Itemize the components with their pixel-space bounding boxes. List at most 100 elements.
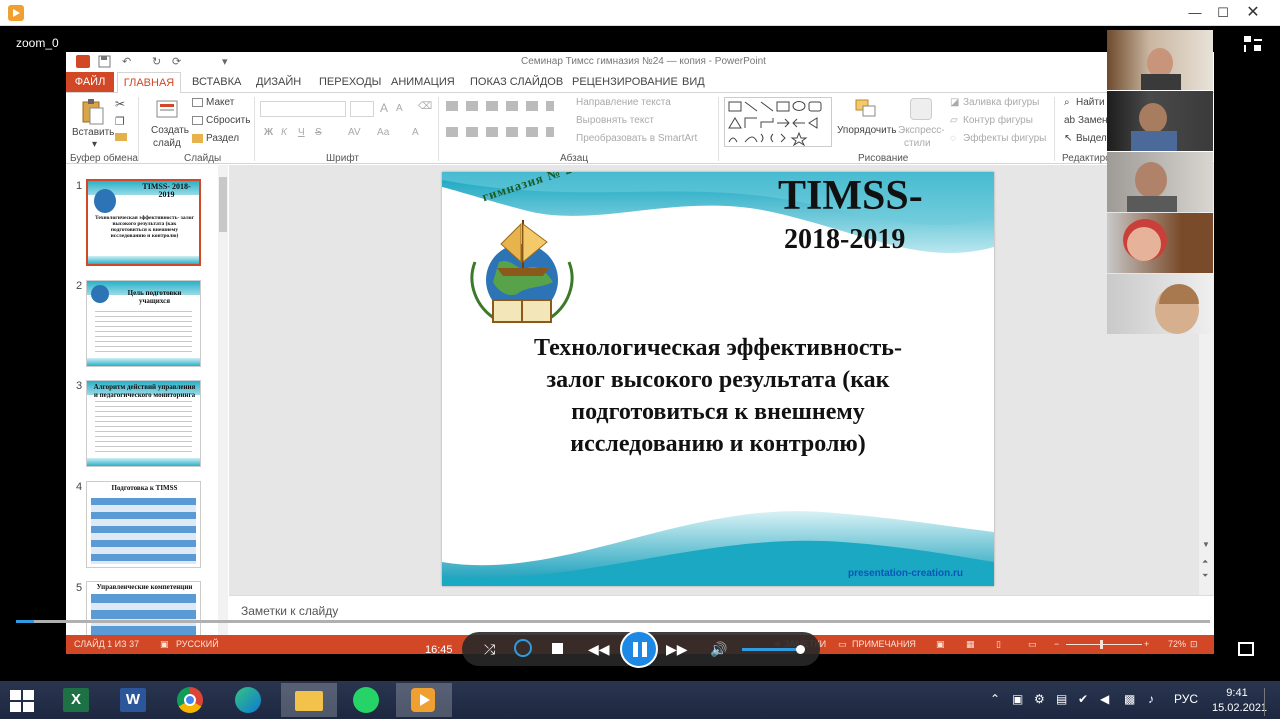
font-size-field[interactable] [350,101,374,117]
text-direction-button[interactable]: Направление текста [576,97,671,108]
paste-dropdown-icon[interactable]: ▾ [92,139,97,150]
bold-button[interactable]: Ж [264,127,273,138]
shapes-gallery[interactable] [724,97,832,147]
video-seek-bar[interactable] [16,620,1210,623]
tab-transitions[interactable]: ПЕРЕХОДЫ [319,76,381,88]
participant-video-4[interactable] [1107,213,1213,273]
shape-effects-button[interactable]: Эффекты фигуры [963,133,1046,144]
tab-file[interactable]: ФАЙЛ [66,72,114,92]
next-slide-icon[interactable]: ⏷ [1202,571,1208,581]
repeat-icon[interactable] [514,639,532,657]
rewind-icon[interactable]: ◀◀ [588,641,610,658]
tab-animation[interactable]: АНИМАЦИЯ [391,76,455,88]
fast-forward-icon[interactable]: ▶▶ [666,641,688,658]
language-indicator[interactable]: РУССКИЙ [176,639,219,649]
new-slide-label-2[interactable]: слайд [153,138,181,149]
tab-review[interactable]: РЕЦЕНЗИРОВАНИЕ [572,76,678,88]
reading-view-icon[interactable]: ▯ [996,639,1001,650]
align-text-button[interactable]: Выровнять текст [576,115,654,126]
layout-icon[interactable] [192,98,203,107]
copy-icon[interactable]: ❐ [115,115,125,128]
pause-button[interactable] [620,630,658,668]
zoom-in-icon[interactable]: + [1144,639,1149,649]
tray-icon-4[interactable]: ✔ [1078,692,1088,706]
slide-thumbnail-2[interactable]: Цель подготовки учащихся [86,280,201,367]
zoom-slider-thumb[interactable] [1100,640,1103,649]
whatsapp-taskbar-icon[interactable] [338,683,394,717]
minimize-button[interactable]: — [1180,3,1210,23]
shape-outline-icon[interactable]: ▱ [950,115,958,126]
redo-icon[interactable]: ↻ [152,55,166,69]
windows-start-icon[interactable] [10,690,34,712]
save-icon[interactable] [98,55,112,69]
quick-styles-icon[interactable] [910,98,932,120]
tab-home[interactable]: ГЛАВНАЯ [117,72,181,93]
participant-video-1[interactable] [1107,30,1213,90]
participant-video-5[interactable] [1107,274,1213,334]
zoom-out-icon[interactable]: − [1054,639,1059,649]
layout-button[interactable]: Макет [206,97,234,108]
show-desktop-button[interactable] [1264,688,1265,716]
gallery-view-icon[interactable] [1244,36,1262,52]
spellcheck-icon[interactable]: ▣ [160,639,169,650]
tab-insert[interactable]: ВСТАВКА [192,76,241,88]
shrink-font-icon[interactable]: A [396,103,403,114]
close-button[interactable]: ✕ [1238,3,1268,23]
quick-styles-label-2[interactable]: стили [904,138,931,149]
replace-icon[interactable]: ab [1064,115,1075,126]
tab-view[interactable]: ВИД [682,76,705,88]
shape-fill-button[interactable]: Заливка фигуры [963,97,1039,108]
strike-button[interactable]: S [315,127,322,138]
slideshow-view-icon[interactable]: ▭ [1028,639,1037,650]
zoom-level[interactable]: 72% [1168,639,1186,649]
replace-button[interactable]: Замен [1078,115,1108,126]
slide-thumbnail-5[interactable]: Управленческие компетенции [86,581,201,635]
thumbnail-scrollbar[interactable] [218,165,228,635]
section-button[interactable]: Раздел [206,133,239,144]
media-player-taskbar-icon[interactable] [396,683,452,717]
comments-toggle[interactable]: ПРИМЕЧАНИЯ [852,639,916,649]
chrome-taskbar-icon[interactable] [162,683,218,717]
font-color-icon[interactable]: A [412,127,419,138]
new-slide-icon[interactable] [156,98,180,125]
shape-outline-button[interactable]: Контур фигуры [963,115,1033,126]
new-slide-label-1[interactable]: Создать [151,125,189,136]
char-spacing-button[interactable]: AV [348,127,361,138]
reset-button[interactable]: Сбросить [206,115,250,126]
tray-show-hidden-icon[interactable]: ⌃ [990,692,1000,706]
sorter-view-icon[interactable]: ▦ [966,639,975,650]
list-buttons[interactable] [446,101,554,111]
smartart-button[interactable]: Преобразовать в SmartArt [576,133,697,144]
paste-icon[interactable] [80,98,106,129]
tray-icon-2[interactable]: ⚙ [1034,692,1045,706]
scroll-down-icon[interactable]: ▼ [1202,540,1210,549]
speaker-tray-icon[interactable]: ♪ [1148,692,1154,706]
select-button[interactable]: Выдел [1076,133,1107,144]
input-language[interactable]: РУС [1174,692,1198,706]
stop-icon[interactable] [552,643,563,654]
thumbnail-scroll-thumb[interactable] [219,177,227,232]
participant-video-3[interactable] [1107,152,1213,212]
file-explorer-taskbar-icon[interactable] [281,683,337,717]
excel-taskbar-icon[interactable]: X [48,683,104,717]
notes-placeholder[interactable]: Заметки к слайду [241,604,338,618]
participant-video-2[interactable] [1107,91,1213,151]
tray-icon-1[interactable]: ▣ [1012,692,1023,706]
word-taskbar-icon[interactable]: W [105,683,161,717]
paste-label[interactable]: Вставить [72,127,114,138]
tab-design[interactable]: ДИЗАЙН [256,76,301,88]
system-clock[interactable]: 9:41 15.02.2021 [1212,686,1267,716]
volume-tray-icon[interactable]: ◀ [1100,692,1109,706]
section-icon[interactable] [192,134,203,143]
align-buttons[interactable] [446,127,554,137]
find-icon[interactable]: ⌕ [1064,97,1070,108]
grow-font-icon[interactable]: A [380,101,388,115]
font-name-field[interactable] [260,101,346,117]
slide-thumbnail-4[interactable]: Подготовка к TIMSS [86,481,201,568]
maximize-button[interactable]: ☐ [1208,3,1238,23]
shape-fill-icon[interactable]: ◪ [950,97,959,108]
clear-format-icon[interactable]: ⌫ [418,101,432,112]
tray-icon-3[interactable]: ▤ [1056,692,1067,706]
reset-icon[interactable] [192,116,203,125]
change-case-button[interactable]: Аа [377,127,389,138]
